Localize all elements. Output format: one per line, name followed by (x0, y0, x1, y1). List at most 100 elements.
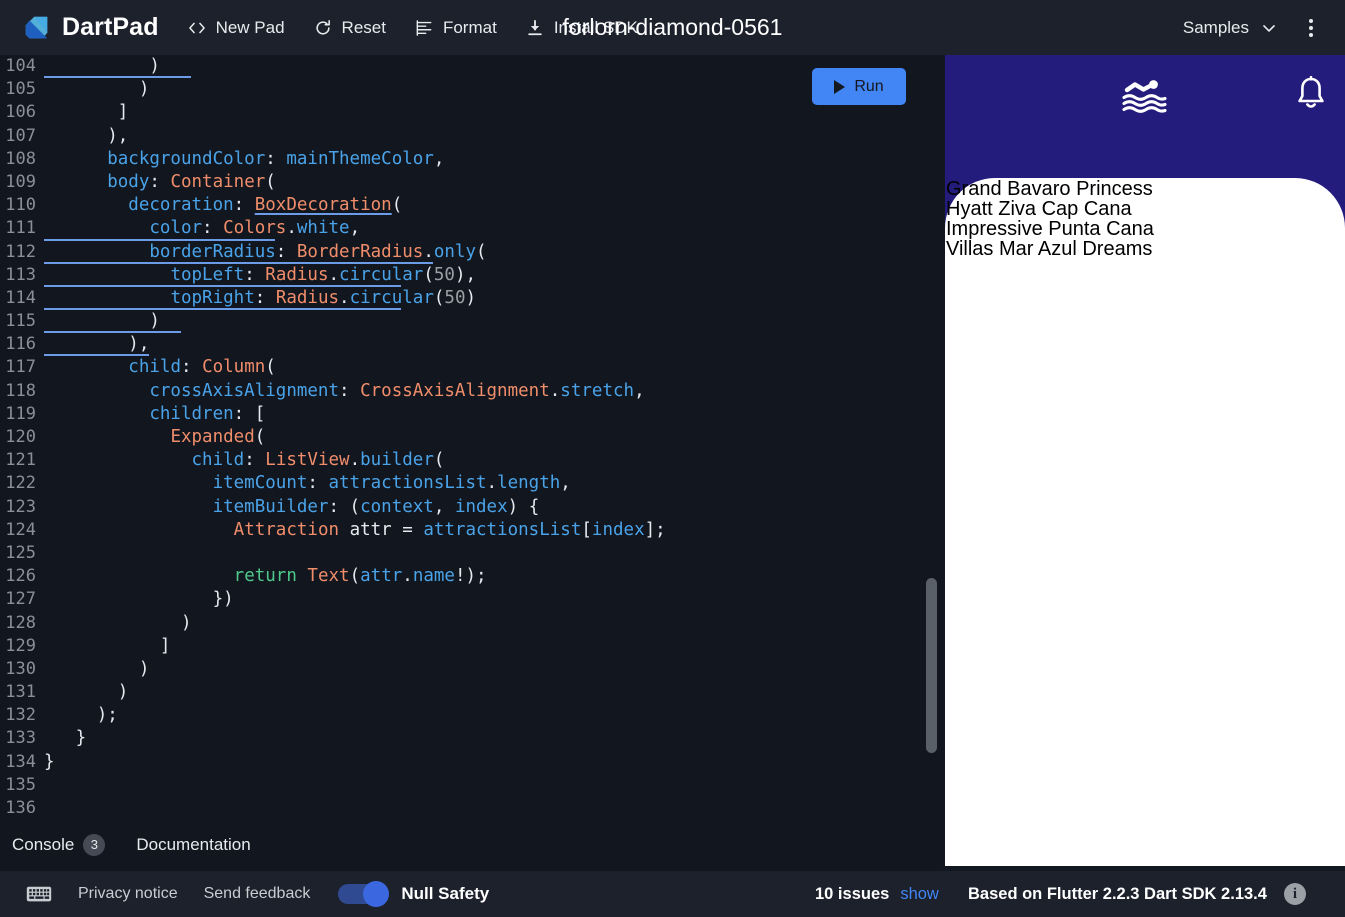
format-lines-icon (414, 18, 434, 38)
code-line[interactable]: 126 return Text(attr.name!); (0, 565, 666, 588)
code-line[interactable]: 123 itemBuilder: (context, index) { (0, 496, 666, 519)
editor-vertical-scrollbar[interactable] (926, 578, 937, 753)
code-line[interactable]: 111 color: Colors.white, (0, 217, 666, 240)
header-right-group: Samples (1175, 0, 1331, 55)
code-line[interactable]: 112 borderRadius: BorderRadius.only( (0, 241, 666, 264)
code-line[interactable]: 108 backgroundColor: mainThemeColor, (0, 148, 666, 171)
code-line[interactable]: 114 topRight: Radius.circular(50) (0, 287, 666, 310)
line-number: 111 (0, 217, 44, 240)
line-number: 119 (0, 403, 44, 426)
code-line[interactable]: 134} (0, 751, 666, 774)
line-number: 124 (0, 519, 44, 542)
new-pad-button[interactable]: New Pad (187, 18, 285, 38)
code-line[interactable]: 128 ) (0, 612, 666, 635)
send-feedback-link[interactable]: Send feedback (204, 885, 311, 903)
keyboard-icon[interactable] (26, 884, 52, 904)
line-number: 106 (0, 101, 44, 124)
notification-bell-icon[interactable] (1296, 76, 1326, 112)
null-safety-label: Null Safety (401, 884, 489, 904)
code-line[interactable]: 129 ] (0, 635, 666, 658)
code-line[interactable]: 119 children: [ (0, 403, 666, 426)
code-editor[interactable]: 104 )105 )106 ]107 ),108 backgroundColor… (0, 55, 943, 818)
code-line-text: child: Column( (44, 356, 276, 379)
code-line[interactable]: 124 Attraction attr = attractionsList[in… (0, 519, 666, 542)
new-pad-label: New Pad (216, 18, 285, 38)
code-line[interactable]: 105 ) (0, 78, 666, 101)
sdk-info-group: Based on Flutter 2.2.3 Dart SDK 2.13.4 i (968, 883, 1306, 905)
flutter-app-preview[interactable]: Grand Bavaro PrincessHyatt Ziva Cap Cana… (945, 55, 1345, 866)
attractions-listview[interactable]: Grand Bavaro PrincessHyatt Ziva Cap Cana… (945, 179, 1345, 259)
line-number: 114 (0, 287, 44, 310)
line-number: 127 (0, 588, 44, 611)
code-line[interactable]: 135 (0, 774, 666, 797)
reset-button[interactable]: Reset (313, 18, 386, 38)
code-line[interactable]: 131 ) (0, 681, 666, 704)
code-line[interactable]: 109 body: Container( (0, 171, 666, 194)
code-line[interactable]: 113 topLeft: Radius.circular(50), (0, 264, 666, 287)
code-line[interactable]: 120 Expanded( (0, 426, 666, 449)
overflow-menu-button[interactable] (1291, 8, 1331, 48)
code-line[interactable]: 133 } (0, 727, 666, 750)
app-header: DartPad New Pad Reset Format (0, 0, 1345, 55)
code-line-text: ) (44, 612, 192, 635)
code-line[interactable]: 136 (0, 797, 666, 818)
code-line[interactable]: 130 ) (0, 658, 666, 681)
attraction-list-item[interactable]: Hyatt Ziva Cap Cana (945, 199, 1345, 219)
dartpad-brand[interactable]: DartPad (22, 13, 159, 43)
code-line[interactable]: 132 ); (0, 704, 666, 727)
line-number: 120 (0, 426, 44, 449)
issues-group: 10 issues show (815, 885, 939, 904)
line-number: 118 (0, 380, 44, 403)
tab-console[interactable]: Console 3 (12, 834, 105, 856)
code-line[interactable]: 110 decoration: BoxDecoration( (0, 194, 666, 217)
run-button[interactable]: Run (812, 68, 906, 105)
attraction-list-item[interactable]: Impressive Punta Cana (945, 219, 1345, 239)
code-line[interactable]: 117 child: Column( (0, 356, 666, 379)
code-line-text: ), (44, 333, 149, 356)
install-sdk-button[interactable]: Install SDK (525, 18, 638, 38)
bottom-tabstrip: Console 3 Documentation (0, 818, 943, 871)
chevron-down-icon (1259, 18, 1279, 38)
code-line[interactable]: 106 ] (0, 101, 666, 124)
privacy-notice-link[interactable]: Privacy notice (78, 885, 178, 903)
samples-dropdown[interactable]: Samples (1175, 12, 1287, 44)
line-number: 125 (0, 542, 44, 565)
tab-documentation[interactable]: Documentation (136, 835, 250, 855)
issues-show-link[interactable]: show (900, 885, 939, 904)
null-safety-toggle[interactable]: Null Safety (338, 884, 489, 904)
line-number: 116 (0, 333, 44, 356)
line-number: 136 (0, 797, 44, 818)
code-line-text: Expanded( (44, 426, 265, 449)
line-number: 128 (0, 612, 44, 635)
code-line-text: } (44, 727, 86, 750)
line-number: 123 (0, 496, 44, 519)
reset-label: Reset (342, 18, 386, 38)
info-icon[interactable]: i (1284, 883, 1306, 905)
code-line[interactable]: 118 crossAxisAlignment: CrossAxisAlignme… (0, 380, 666, 403)
attraction-list-item[interactable]: Villas Mar Azul Dreams (945, 239, 1345, 259)
code-line[interactable]: 116 ), (0, 333, 666, 356)
swimming-icon[interactable] (1122, 77, 1168, 115)
code-line[interactable]: 115 ) (0, 310, 666, 333)
samples-label: Samples (1183, 18, 1249, 38)
attraction-list-item[interactable]: Grand Bavaro Princess (945, 179, 1345, 199)
code-line[interactable]: 125 (0, 542, 666, 565)
download-icon (525, 18, 545, 38)
code-line-text: ) (44, 681, 128, 704)
code-line-text: ), (44, 125, 128, 148)
code-line-text: children: [ (44, 403, 265, 426)
format-button[interactable]: Format (414, 18, 497, 38)
app-bar (945, 55, 1345, 131)
code-line[interactable]: 127 }) (0, 588, 666, 611)
line-number: 130 (0, 658, 44, 681)
code-line[interactable]: 122 itemCount: attractionsList.length, (0, 472, 666, 495)
code-line[interactable]: 107 ), (0, 125, 666, 148)
dart-logo-icon (22, 13, 52, 43)
code-line-text: child: ListView.builder( (44, 449, 444, 472)
run-label: Run (854, 78, 883, 96)
code-line[interactable]: 104 ) (0, 55, 666, 78)
toggle-knob (363, 881, 389, 907)
line-number: 104 (0, 55, 44, 78)
play-triangle-icon (834, 80, 845, 94)
code-line[interactable]: 121 child: ListView.builder( (0, 449, 666, 472)
